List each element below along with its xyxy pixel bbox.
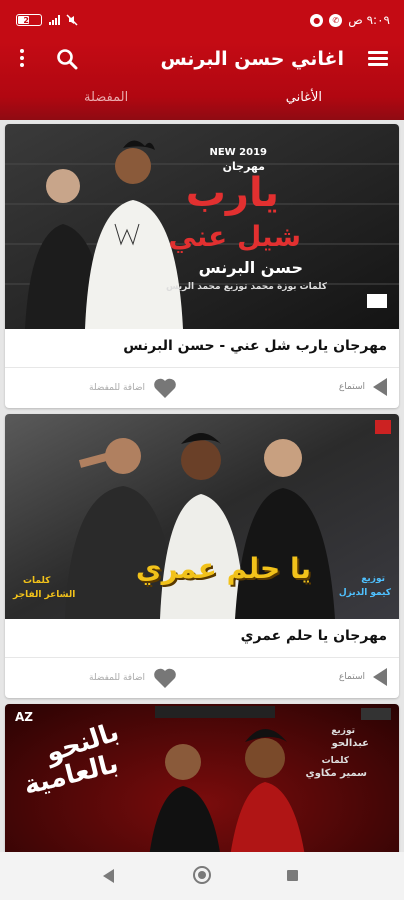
- signal-icon: [49, 15, 60, 25]
- heart-icon: [154, 668, 176, 688]
- recents-icon[interactable]: [287, 870, 298, 881]
- listen-label: استماع: [338, 382, 365, 392]
- song-title[interactable]: مهرجان يارب شل عني - حسن البرنس: [123, 338, 387, 354]
- hamburger-menu-icon[interactable]: [366, 48, 390, 72]
- search-icon[interactable]: [56, 48, 78, 70]
- listen-label: استماع: [338, 672, 365, 682]
- art-right-top: توزيع: [361, 574, 385, 584]
- tab-favorites[interactable]: المفضلة: [84, 90, 128, 105]
- songs-list[interactable]: NEW 2019 مهرجان يارب شيل عني حسن البرنس …: [0, 120, 404, 852]
- favorite-label: اضافة للمفضلة: [89, 673, 145, 683]
- heart-icon: [154, 378, 176, 398]
- song-card[interactable]: يا حلم عمري كلمات الشاعر الفاجر توزيع كي…: [5, 414, 399, 698]
- song-artwork[interactable]: AZ بالنحو بالعامية توزيع عبدالحو كلمات س…: [5, 704, 399, 852]
- art-right-name1: عبدالحو: [331, 738, 369, 749]
- battery-icon: 26: [16, 14, 42, 26]
- art-right-bottom: كيمو الديزل: [338, 588, 391, 598]
- song-artwork[interactable]: NEW 2019 مهرجان يارب شيل عني حسن البرنس …: [5, 124, 399, 329]
- card-actions: استماع اضافة للمفضلة: [5, 658, 399, 698]
- art-left-bottom: الشاعر الفاجر: [13, 590, 76, 600]
- system-nav-bar: [0, 852, 404, 900]
- song-card[interactable]: AZ بالنحو بالعامية توزيع عبدالحو كلمات س…: [5, 704, 399, 852]
- card-actions: استماع اضافة للمفضلة: [5, 368, 399, 408]
- listen-button[interactable]: استماع: [339, 668, 387, 686]
- tab-bar: المفضلة الأغاني: [0, 88, 404, 118]
- mute-icon: [66, 14, 78, 26]
- song-card[interactable]: NEW 2019 مهرجان يارب شيل عني حسن البرنس …: [5, 124, 399, 408]
- art-line1: يارب: [185, 170, 279, 216]
- more-vert-icon[interactable]: [18, 49, 26, 69]
- listen-button[interactable]: استماع: [339, 378, 387, 396]
- art-right-top: توزيع: [331, 726, 355, 736]
- play-icon: [373, 668, 387, 686]
- art-artist: حسن البرنس: [198, 258, 303, 277]
- art-credits: كلمات بوزة محمد توزيع محمد الريس: [165, 282, 327, 292]
- play-icon: [373, 378, 387, 396]
- status-icons-right: ● ✆ ٩:٠٩ ص: [310, 13, 390, 27]
- battery-level: 26: [23, 15, 35, 25]
- whatsapp-icon: ✆: [329, 13, 343, 27]
- home-icon[interactable]: [193, 866, 211, 884]
- art-right-name2: سمير مكاوي: [305, 768, 367, 779]
- art-badge: NEW 2019: [209, 147, 267, 158]
- app-bar: اغاني حسن البرنس المفضلة الأغاني: [0, 42, 404, 120]
- art-big-title: يا حلم عمري: [135, 552, 311, 585]
- favorite-label: اضافة للمفضلة: [89, 383, 145, 393]
- art-line2: شيل عني: [168, 220, 301, 253]
- status-time: ٩:٠٩ ص: [348, 13, 390, 27]
- add-favorite-button[interactable]: اضافة للمفضلة: [89, 667, 177, 689]
- song-artwork[interactable]: يا حلم عمري كلمات الشاعر الفاجر توزيع كي…: [5, 414, 399, 619]
- tab-songs[interactable]: الأغاني: [286, 90, 322, 105]
- add-favorite-button[interactable]: اضافة للمفضلة: [89, 377, 177, 399]
- back-icon[interactable]: [103, 869, 114, 883]
- status-bar: 26 ● ✆ ٩:٠٩ ص: [0, 0, 404, 42]
- circle-notification-icon: ●: [310, 13, 324, 27]
- art-left-top: كلمات: [23, 576, 51, 586]
- status-icons-left: 26: [16, 14, 78, 26]
- art-right-mid: كلمات: [321, 756, 349, 766]
- app-title: اغاني حسن البرنس: [160, 48, 344, 70]
- song-title[interactable]: مهرجان يا حلم عمري: [241, 628, 387, 644]
- art-corner: AZ: [15, 710, 33, 724]
